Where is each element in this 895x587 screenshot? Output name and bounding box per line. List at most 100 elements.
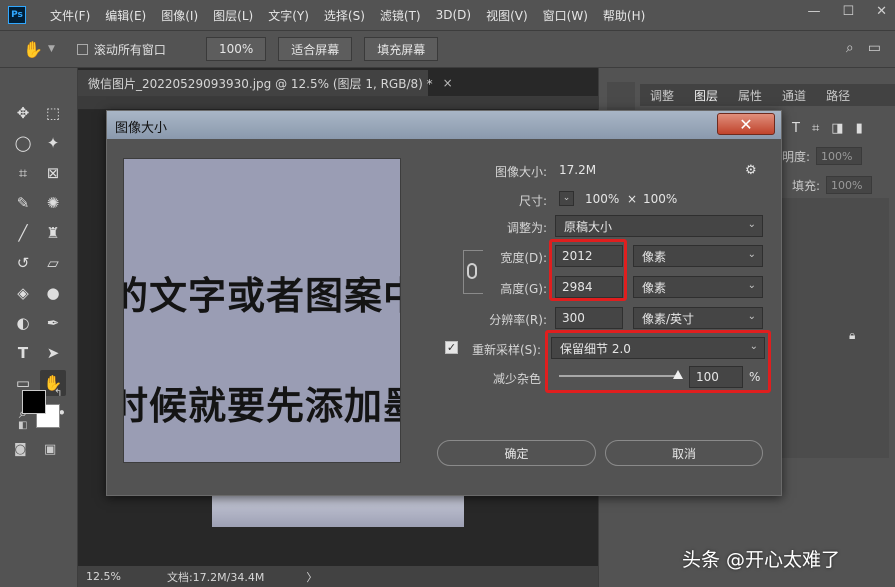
dodge-tool-icon[interactable]: ◐ <box>10 310 36 336</box>
tab-layers[interactable]: 图层 <box>694 87 718 104</box>
brush-tool-icon[interactable]: ╱ <box>10 220 36 246</box>
menu-filter[interactable]: 滤镜(T) <box>380 7 421 24</box>
fit-to-value: 原稿大小 <box>564 219 613 234</box>
pen-tool-icon[interactable]: ✒ <box>40 310 66 336</box>
resolution-label: 分辨率(R): <box>489 313 547 327</box>
screen-mode-icon[interactable]: ▣ <box>44 442 56 457</box>
watermark: 头条 @开心太难了 <box>682 549 841 571</box>
fit-screen-button[interactable]: 适合屏幕 <box>278 37 353 61</box>
gradient-tool-icon[interactable]: ◈ <box>10 280 36 306</box>
lock-text-icon[interactable]: T <box>792 121 800 136</box>
menu-layer[interactable]: 图层(L) <box>213 7 253 24</box>
workspace-icon[interactable]: ▭ <box>868 40 881 56</box>
menu-select[interactable]: 选择(S) <box>324 7 365 24</box>
crop-tool-icon[interactable]: ⌗ <box>10 160 36 186</box>
menu-help[interactable]: 帮助(H) <box>603 7 645 24</box>
opacity-row: 透明度: 100% <box>770 146 863 166</box>
resolution-unit-value: 像素/英寸 <box>642 311 695 326</box>
menu-image[interactable]: 图像(I) <box>161 7 198 24</box>
resample-checkbox[interactable]: ✓ <box>445 341 458 354</box>
height-unit-select[interactable]: 像素 ⌄ <box>633 276 763 298</box>
fit-to-select[interactable]: 原稿大小 ⌄ <box>555 215 763 237</box>
width-unit-select[interactable]: 像素 ⌄ <box>633 245 763 267</box>
history-brush-icon[interactable]: ↺ <box>10 250 36 276</box>
horizontal-ruler <box>78 96 598 110</box>
fill-label: 填充: <box>792 178 821 193</box>
move-tool-icon[interactable]: ✥ <box>10 100 36 126</box>
opacity-field[interactable]: 100% <box>816 147 863 165</box>
marquee-tool-icon[interactable]: ⬚ <box>40 100 66 126</box>
zoom-100-button[interactable]: 100% <box>205 37 267 61</box>
reduce-noise-label: 减少杂色 <box>492 372 541 386</box>
blur-tool-icon[interactable]: ● <box>40 280 66 306</box>
status-zoom[interactable]: 12.5% <box>86 570 121 583</box>
default-colors-icon[interactable]: ◧ <box>18 420 27 431</box>
resample-label: 重新采样(S): <box>471 343 541 357</box>
chevron-down-icon: ⌄ <box>747 280 756 291</box>
dialog-close-button[interactable]: ✕ <box>717 113 775 135</box>
lock-all-icon[interactable]: ▮ <box>856 121 863 136</box>
close-window-button[interactable]: ✕ <box>876 4 887 19</box>
options-bar: ✋ ▼ 滚动所有窗口 100% 适合屏幕 填充屏幕 ⌕ ▭ <box>0 30 895 68</box>
panel-tabs: 调整 图层 属性 通道 路径 <box>640 84 895 106</box>
width-label: 宽度(D): <box>500 251 547 265</box>
menu-edit[interactable]: 编辑(E) <box>105 7 146 24</box>
type-tool-icon[interactable]: T <box>10 340 36 366</box>
dimensions-dropdown-icon[interactable]: ⌄ <box>559 191 574 206</box>
dimensions-height-percent: 100% <box>643 192 678 206</box>
document-tab-title: 微信图片_20220529093930.jpg @ 12.5% (图层 1, R… <box>88 76 433 91</box>
height-unit-value: 像素 <box>642 280 667 295</box>
menu-3d[interactable]: 3D(D) <box>436 8 471 22</box>
close-tab-icon[interactable]: × <box>443 76 453 90</box>
lasso-tool-icon[interactable]: ◯ <box>10 130 36 156</box>
search-icon[interactable]: ⌕ <box>846 40 854 56</box>
chevron-down-icon: ⌄ <box>747 249 756 260</box>
tab-adjustments[interactable]: 调整 <box>650 87 674 104</box>
minimize-button[interactable]: — <box>807 4 820 19</box>
canvas-image[interactable] <box>212 495 464 527</box>
quick-mask-icon[interactable]: ◙ <box>14 442 27 457</box>
swap-colors-icon[interactable]: ↰ <box>54 388 62 399</box>
chevron-down-icon: ⌄ <box>747 311 756 322</box>
image-preview[interactable]: 的文字或者图案中的 时候就要先添加墨 <box>123 158 401 463</box>
lock-transform-icon[interactable]: ⌗ <box>812 121 819 136</box>
scroll-all-windows-label: 滚动所有窗口 <box>93 42 166 57</box>
lock-paint-icon[interactable]: ◨ <box>831 121 843 136</box>
tab-channels[interactable]: 通道 <box>782 87 806 104</box>
menu-view[interactable]: 视图(V) <box>486 7 528 24</box>
foreground-color-swatch[interactable] <box>22 390 46 414</box>
path-selection-tool-icon[interactable]: ➤ <box>40 340 66 366</box>
document-tab[interactable]: 微信图片_20220529093930.jpg @ 12.5% (图层 1, R… <box>78 70 453 96</box>
maximize-button[interactable]: ☐ <box>842 4 854 19</box>
resolution-input[interactable]: 300 <box>555 307 623 329</box>
fill-screen-button[interactable]: 填充屏幕 <box>364 37 439 61</box>
fill-field[interactable]: 100% <box>826 176 873 194</box>
menu-file[interactable]: 文件(F) <box>50 7 90 24</box>
dialog-title-bar[interactable]: 图像大小 ✕ <box>107 111 781 139</box>
resolution-unit-select[interactable]: 像素/英寸 ⌄ <box>633 307 763 329</box>
link-icon[interactable] <box>467 263 477 279</box>
ok-button[interactable]: 确定 <box>437 440 596 466</box>
height-label: 高度(G): <box>500 282 547 296</box>
fill-row: 填充: 100% <box>792 175 873 195</box>
tab-paths[interactable]: 路径 <box>826 87 850 104</box>
hand-tool-preset-icon[interactable]: ✋ <box>22 38 44 60</box>
menu-window[interactable]: 窗口(W) <box>543 7 588 24</box>
lock-icon: 🔒︎ <box>849 328 856 342</box>
magic-wand-tool-icon[interactable]: ✦ <box>40 130 66 156</box>
dimensions-times: × <box>627 192 638 206</box>
tab-properties[interactable]: 属性 <box>738 87 762 104</box>
gear-icon[interactable]: ⚙ <box>745 163 757 178</box>
healing-tool-icon[interactable]: ✺ <box>40 190 66 216</box>
status-doc-size: 文档:17.2M/34.4M <box>166 570 265 584</box>
cancel-button[interactable]: 取消 <box>605 440 763 466</box>
eyedropper-tool-icon[interactable]: ✎ <box>10 190 36 216</box>
menu-type[interactable]: 文字(Y) <box>268 7 309 24</box>
status-arrow-icon[interactable]: 〉 <box>306 569 317 585</box>
scroll-all-windows-checkbox[interactable] <box>76 43 88 55</box>
image-size-label: 图像大小: <box>494 165 547 179</box>
stamp-tool-icon[interactable]: ♜ <box>40 220 66 246</box>
chevron-down-icon[interactable]: ▼ <box>48 44 55 54</box>
frame-tool-icon[interactable]: ⊠ <box>40 160 66 186</box>
eraser-tool-icon[interactable]: ▱ <box>40 250 66 276</box>
